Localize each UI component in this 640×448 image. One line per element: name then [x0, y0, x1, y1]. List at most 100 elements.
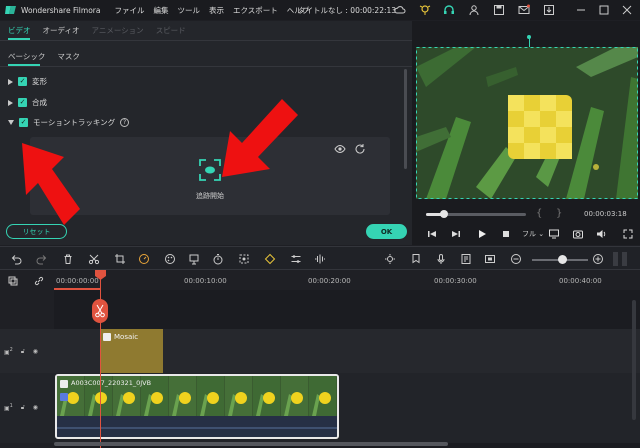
- timeline-vscrollbar[interactable]: [632, 300, 636, 420]
- mail-icon[interactable]: [518, 4, 530, 16]
- save-icon[interactable]: [493, 4, 505, 16]
- headset-icon[interactable]: [443, 4, 455, 16]
- panel-scrollbar[interactable]: [404, 69, 407, 169]
- property-composite[interactable]: ✓ 合成: [8, 97, 47, 108]
- ok-button[interactable]: OK: [366, 224, 407, 239]
- menu-tools[interactable]: ツール: [177, 5, 200, 16]
- expand-arrow-icon[interactable]: [8, 78, 13, 85]
- green-screen-icon[interactable]: [188, 253, 200, 265]
- close-icon[interactable]: [621, 4, 633, 16]
- lock-icon[interactable]: 🔓︎: [21, 348, 25, 356]
- expand-arrow-icon[interactable]: [8, 99, 13, 106]
- audio-wave-icon[interactable]: [314, 253, 326, 265]
- mark-out-icon[interactable]: }: [556, 208, 562, 219]
- display-icon[interactable]: [548, 228, 560, 240]
- zoom-knob[interactable]: [558, 255, 568, 264]
- timeline-ruler[interactable]: 00:00:00:00 00:00:10:00 00:00:20:00 00:0…: [54, 270, 640, 290]
- prev-frame-icon[interactable]: [426, 228, 438, 240]
- stabilize-icon[interactable]: [238, 253, 250, 265]
- timeline-toolbar: [0, 246, 640, 270]
- marker-icon[interactable]: [410, 253, 422, 265]
- progress-knob[interactable]: [440, 210, 448, 218]
- divider: [0, 66, 412, 67]
- reset-icon[interactable]: [354, 143, 366, 155]
- mosaic-effect-clip[interactable]: Mosaic: [100, 329, 163, 373]
- tab-animation: アニメーション: [91, 26, 144, 35]
- delete-icon[interactable]: [62, 253, 74, 265]
- ruler-label: 00:00:00:00: [56, 277, 99, 285]
- mosaic-clip-label: Mosaic: [114, 333, 139, 341]
- video-clip[interactable]: A003C007_220321_0JVB: [55, 374, 339, 439]
- render-icon[interactable]: [384, 253, 396, 265]
- mark-in-icon[interactable]: {: [536, 208, 542, 219]
- video-preview[interactable]: [416, 47, 638, 199]
- split-icon[interactable]: [88, 253, 100, 265]
- checkbox-transform[interactable]: ✓: [18, 77, 27, 86]
- cloud-icon[interactable]: [394, 4, 406, 16]
- snapshot-icon[interactable]: [572, 228, 584, 240]
- play-icon[interactable]: [476, 228, 488, 240]
- video-frame: [416, 47, 638, 199]
- track-1-label: ▣1: [4, 403, 13, 412]
- property-label: 合成: [32, 98, 47, 107]
- panel-toggle-right[interactable]: [622, 252, 627, 266]
- property-transform[interactable]: ✓ 変形: [8, 76, 47, 87]
- ruler-label: 00:00:20:00: [308, 277, 351, 285]
- eye-icon[interactable]: [334, 143, 346, 155]
- menu-view[interactable]: 表示: [209, 5, 224, 16]
- menu-edit[interactable]: 編集: [153, 5, 168, 16]
- pip-icon[interactable]: [484, 253, 496, 265]
- preview-progress-bar[interactable]: [426, 210, 526, 218]
- mic-icon[interactable]: [435, 253, 447, 265]
- add-track-icon[interactable]: [8, 276, 18, 286]
- eye-icon[interactable]: ◉: [33, 348, 38, 355]
- tab-video[interactable]: ビデオ: [8, 25, 31, 36]
- redo-icon[interactable]: [36, 253, 48, 265]
- track-2: [0, 329, 640, 373]
- start-tracking-label[interactable]: 追跡開始: [30, 191, 390, 201]
- zoom-in-icon[interactable]: [592, 253, 604, 265]
- track-2-header: ▣2 🔓︎ ◉: [4, 347, 38, 356]
- minimize-icon[interactable]: [575, 4, 587, 16]
- tab-audio[interactable]: オーディオ: [43, 25, 80, 36]
- undo-icon[interactable]: [10, 253, 22, 265]
- account-icon[interactable]: [468, 4, 480, 16]
- rotate-handle[interactable]: [527, 35, 531, 39]
- speed-icon[interactable]: [138, 253, 150, 265]
- lock-icon[interactable]: 🔓︎: [21, 404, 25, 412]
- ruler-label: 00:00:40:00: [559, 277, 602, 285]
- step-frame-icon[interactable]: [450, 228, 462, 240]
- volume-icon[interactable]: [596, 228, 608, 240]
- eye-icon[interactable]: ◉: [33, 404, 38, 411]
- menu-export[interactable]: エクスポート: [233, 5, 278, 16]
- property-motion-tracking[interactable]: ✓ モーショントラッキング ?: [8, 117, 130, 128]
- stop-icon[interactable]: [500, 228, 512, 240]
- properties-panel: ビデオ オーディオ アニメーション スピード ベーシック マスク ✓ 変形 ✓ …: [0, 21, 412, 245]
- menu-file[interactable]: ファイル: [114, 5, 144, 16]
- link-icon[interactable]: [34, 276, 44, 286]
- download-icon[interactable]: [543, 4, 555, 16]
- color-icon[interactable]: [164, 253, 176, 265]
- panel-tabs: ビデオ オーディオ アニメーション スピード: [8, 25, 186, 36]
- panel-toggle-left[interactable]: [613, 252, 618, 266]
- zoom-out-icon[interactable]: [510, 253, 522, 265]
- voiceover-icon[interactable]: [460, 253, 472, 265]
- timer-icon[interactable]: [212, 253, 224, 265]
- scissors-icon[interactable]: [92, 299, 108, 323]
- crop-icon[interactable]: [114, 253, 126, 265]
- playback-quality[interactable]: フル ⌄: [522, 229, 544, 239]
- tab-speed: スピード: [155, 26, 186, 35]
- tab-mask[interactable]: マスク: [57, 51, 80, 62]
- checkbox-composite[interactable]: ✓: [18, 98, 27, 107]
- sub-tabs: ベーシック マスク: [8, 51, 80, 62]
- question-icon[interactable]: ?: [120, 118, 130, 127]
- keyframe-icon[interactable]: [264, 253, 276, 265]
- timeline-hscrollbar[interactable]: [54, 442, 448, 446]
- maximize-icon[interactable]: [598, 4, 610, 16]
- tab-basic[interactable]: ベーシック: [8, 51, 45, 62]
- fullscreen-icon[interactable]: [622, 228, 634, 240]
- collapse-arrow-icon[interactable]: [8, 120, 14, 125]
- adjust-icon[interactable]: [290, 253, 302, 265]
- bulb-icon[interactable]: [419, 4, 431, 16]
- checkbox-motion-tracking[interactable]: ✓: [19, 118, 28, 127]
